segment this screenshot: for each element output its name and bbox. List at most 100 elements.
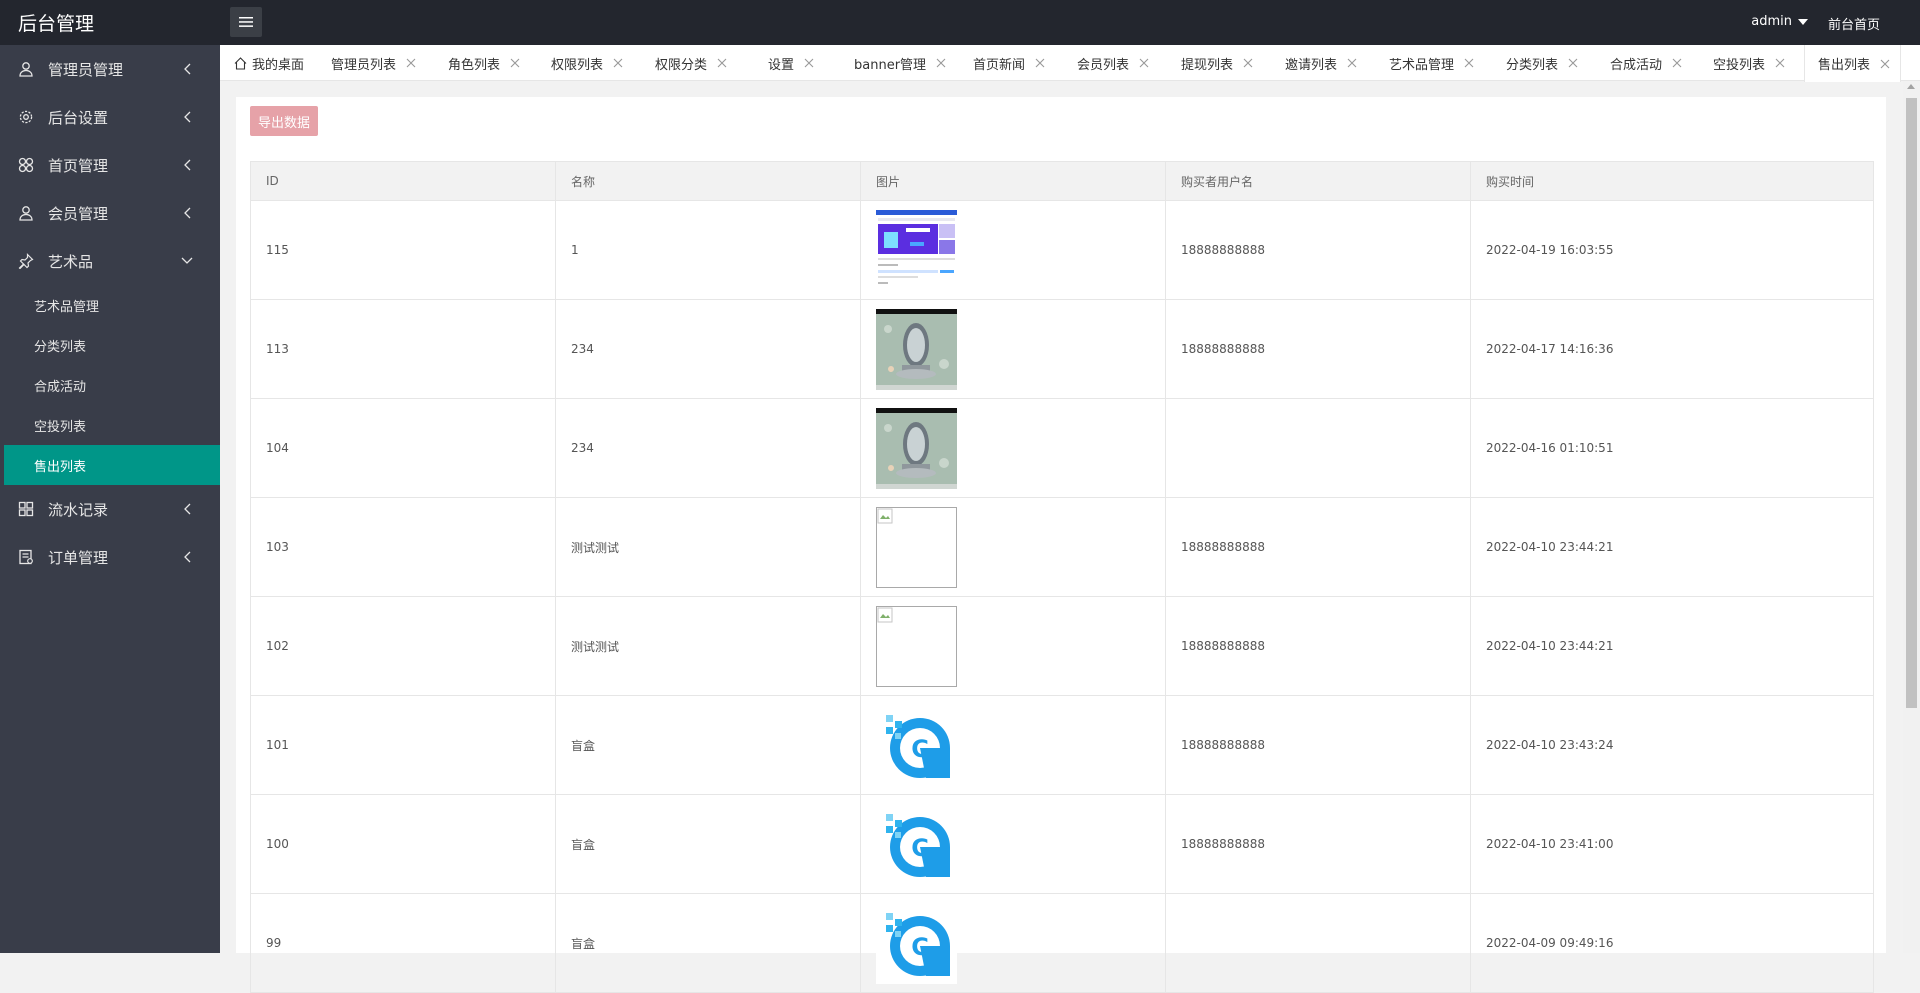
close-icon[interactable] bbox=[1672, 58, 1682, 68]
close-icon[interactable] bbox=[510, 58, 520, 68]
close-icon[interactable] bbox=[936, 58, 946, 68]
c-logo-thumbnail[interactable]: C bbox=[876, 704, 957, 786]
chevron-left-icon bbox=[184, 503, 191, 515]
close-icon[interactable] bbox=[717, 58, 727, 68]
broken-image-icon[interactable] bbox=[876, 605, 957, 687]
tab-label: 设置 bbox=[768, 57, 795, 73]
close-icon[interactable] bbox=[1243, 58, 1253, 68]
table-row: 104 234 2022-04-16 01:10:51 bbox=[250, 398, 1874, 498]
tab-permission-category[interactable]: 权限分类 bbox=[655, 45, 727, 81]
close-icon[interactable] bbox=[1035, 58, 1045, 68]
close-icon[interactable] bbox=[804, 58, 814, 68]
tab-label: 权限列表 bbox=[551, 57, 604, 73]
close-icon[interactable] bbox=[1568, 58, 1578, 68]
user-menu[interactable]: admin bbox=[1751, 14, 1808, 29]
svg-text:C: C bbox=[911, 735, 929, 763]
close-icon[interactable] bbox=[1347, 58, 1357, 68]
tab-member-list[interactable]: 会员列表 bbox=[1077, 45, 1149, 81]
tab-permission-list[interactable]: 权限列表 bbox=[551, 45, 623, 81]
cell-id: 101 bbox=[250, 695, 556, 795]
tab-admin-list[interactable]: 管理员列表 bbox=[331, 45, 416, 81]
chevron-down-icon bbox=[181, 257, 193, 264]
cell-buyer bbox=[1165, 398, 1471, 498]
tab-category-list[interactable]: 分类列表 bbox=[1506, 45, 1578, 81]
sidebar-item-flow-records[interactable]: 流水记录 bbox=[0, 485, 220, 533]
column-header-buyer: 购买者用户名 bbox=[1165, 161, 1471, 201]
tab-role-list[interactable]: 角色列表 bbox=[448, 45, 520, 81]
tab-home-news[interactable]: 首页新闻 bbox=[973, 45, 1045, 81]
sidebar-item-label: 艺术品 bbox=[48, 252, 94, 271]
tab-label: 邀请列表 bbox=[1285, 57, 1338, 73]
cell-time: 2022-04-10 23:44:21 bbox=[1470, 596, 1874, 696]
mirror-thumbnail[interactable] bbox=[876, 407, 957, 489]
c-logo-thumbnail[interactable]: C bbox=[876, 902, 957, 984]
tab-airdrop[interactable]: 空投列表 bbox=[1713, 45, 1785, 81]
close-icon[interactable] bbox=[1464, 58, 1474, 68]
table-row: 113 234 18888888888 2022-04-17 14:16:36 bbox=[250, 299, 1874, 399]
table-row: 103 测试测试 18888888888 2022-04-10 23:44:21 bbox=[250, 497, 1874, 597]
sidebar-item-label: 订单管理 bbox=[48, 548, 109, 567]
cell-id: 115 bbox=[250, 200, 556, 300]
sold-table: ID 名称 图片 购买者用户名 购买时间 115 1 18888888888 2… bbox=[250, 161, 1874, 993]
menu-toggle-button[interactable] bbox=[230, 7, 262, 37]
sidebar-subitem-synthesis[interactable]: 合成活动 bbox=[0, 365, 220, 405]
close-icon[interactable] bbox=[1139, 58, 1149, 68]
sidebar-item-label: 首页管理 bbox=[48, 156, 109, 175]
mirror-thumbnail[interactable] bbox=[876, 308, 957, 390]
cell-id: 102 bbox=[250, 596, 556, 696]
tab-invite-list[interactable]: 邀请列表 bbox=[1285, 45, 1357, 81]
tab-desktop[interactable]: 我的桌面 bbox=[234, 45, 304, 81]
tab-artwork-manage[interactable]: 艺术品管理 bbox=[1389, 45, 1474, 81]
tab-sold-list[interactable]: 售出列表 bbox=[1804, 45, 1902, 82]
tab-label: 角色列表 bbox=[448, 57, 501, 73]
cell-id: 100 bbox=[250, 794, 556, 894]
table-row: 99 盲盒 C 2022-04-09 09:49:16 bbox=[250, 893, 1874, 993]
sidebar-item-orders[interactable]: 订单管理 bbox=[0, 533, 220, 581]
chevron-left-icon bbox=[184, 551, 191, 563]
screenshot-thumbnail[interactable] bbox=[876, 209, 957, 291]
sidebar-item-home[interactable]: 首页管理 bbox=[0, 141, 220, 189]
tab-synthesis[interactable]: 合成活动 bbox=[1610, 45, 1682, 81]
tab-label: 艺术品管理 bbox=[1389, 57, 1455, 73]
front-home-link[interactable]: 前台首页 bbox=[1828, 14, 1880, 33]
cell-buyer: 18888888888 bbox=[1165, 695, 1471, 795]
tab-label: 会员列表 bbox=[1077, 57, 1130, 73]
tab-label: 我的桌面 bbox=[252, 57, 305, 73]
cell-time: 2022-04-10 23:44:21 bbox=[1470, 497, 1874, 597]
chevron-left-icon bbox=[184, 111, 191, 123]
sidebar-item-admin[interactable]: 管理员管理 bbox=[0, 45, 220, 93]
cell-image bbox=[860, 497, 1166, 597]
sidebar-item-settings[interactable]: 后台设置 bbox=[0, 93, 220, 141]
user-icon bbox=[18, 61, 34, 77]
c-logo-thumbnail[interactable]: C bbox=[876, 803, 957, 885]
tab-label: 售出列表 bbox=[1818, 58, 1871, 73]
cell-time: 2022-04-19 16:03:55 bbox=[1470, 200, 1874, 300]
sidebar-subitem-category-list[interactable]: 分类列表 bbox=[0, 325, 220, 365]
sidebar-subitem-airdrop[interactable]: 空投列表 bbox=[0, 405, 220, 445]
tab-settings[interactable]: 设置 bbox=[768, 45, 814, 81]
tab-label: 管理员列表 bbox=[331, 57, 397, 73]
cell-id: 113 bbox=[250, 299, 556, 399]
tab-withdraw-list[interactable]: 提现列表 bbox=[1181, 45, 1253, 81]
scrollbar-thumb[interactable] bbox=[1906, 98, 1917, 708]
tab-banner[interactable]: banner管理 bbox=[854, 45, 946, 81]
cell-buyer: 18888888888 bbox=[1165, 200, 1471, 300]
table-row: 101 盲盒 C 18888888888 2022-04-10 23:43:24 bbox=[250, 695, 1874, 795]
scroll-up-arrow-icon[interactable] bbox=[1907, 84, 1915, 89]
sidebar-item-artworks[interactable]: 艺术品 bbox=[0, 237, 220, 285]
export-button[interactable]: 导出数据 bbox=[250, 106, 318, 136]
broken-image-icon[interactable] bbox=[876, 506, 957, 588]
close-icon[interactable] bbox=[1880, 59, 1890, 69]
cell-image bbox=[860, 398, 1166, 498]
sidebar-item-members[interactable]: 会员管理 bbox=[0, 189, 220, 237]
cell-name: 1 bbox=[555, 200, 861, 300]
cell-buyer bbox=[1165, 893, 1471, 993]
column-header-time: 购买时间 bbox=[1470, 161, 1874, 201]
close-icon[interactable] bbox=[1775, 58, 1785, 68]
chevron-left-icon bbox=[184, 63, 191, 75]
sidebar-subitem-artwork-manage[interactable]: 艺术品管理 bbox=[0, 285, 220, 325]
close-icon[interactable] bbox=[406, 58, 416, 68]
sidebar-item-label: 后台设置 bbox=[48, 108, 109, 127]
sidebar-subitem-sold-list[interactable]: 售出列表 bbox=[4, 445, 220, 485]
close-icon[interactable] bbox=[613, 58, 623, 68]
